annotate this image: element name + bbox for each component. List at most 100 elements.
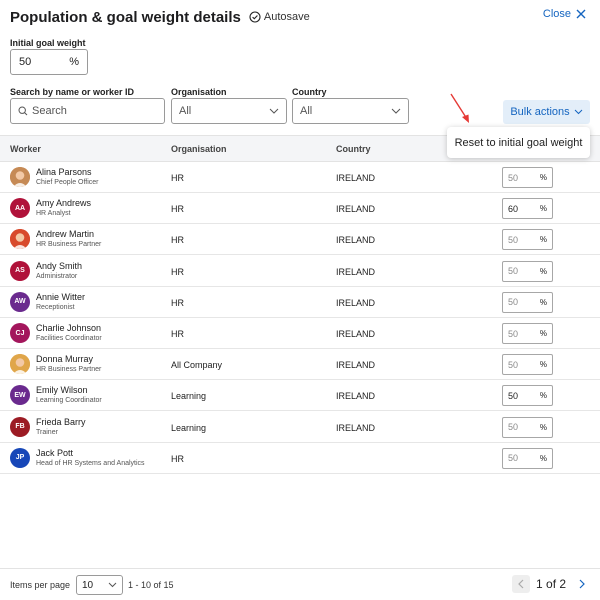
worker-name: Andy Smith <box>36 260 83 271</box>
worker-name: Annie Witter <box>36 291 86 302</box>
organisation-cell: All Company <box>171 360 223 371</box>
organisation-cell: HR <box>171 204 184 215</box>
search-input[interactable]: Search <box>10 98 165 124</box>
goal-weight-value: 50 <box>508 172 519 183</box>
worker-job-title: Receptionist <box>36 303 75 311</box>
initial-goal-weight-label: Initial goal weight <box>10 38 86 48</box>
goal-weight-value: 50 <box>508 234 519 245</box>
organisation-select[interactable]: All <box>171 98 287 124</box>
items-per-page-label: Items per page <box>10 580 71 590</box>
percent-unit: % <box>539 329 547 338</box>
goal-weight-input[interactable]: 50% <box>502 447 553 469</box>
worker-job-title: HR Business Partner <box>36 366 102 374</box>
percent-unit: % <box>539 391 547 401</box>
next-page-button[interactable] <box>575 575 589 593</box>
goal-weight-input[interactable]: 60% <box>502 198 553 220</box>
country-cell: IRELAND <box>336 360 376 371</box>
organisation-cell: Learning <box>171 422 207 433</box>
bulk-actions-button[interactable]: Bulk actions <box>503 100 590 124</box>
current-page: 1 <box>536 577 543 591</box>
search-label: Search by name or worker ID <box>10 87 135 97</box>
goal-weight-input[interactable]: 50% <box>502 167 553 188</box>
worker-job-title: Head of HR Systems and Analytics <box>36 459 145 467</box>
avatar-photo <box>10 167 30 187</box>
organisation-cell: HR <box>171 173 184 183</box>
country-label: Country <box>292 87 327 97</box>
avatar: AA <box>10 198 30 219</box>
table-row: Andrew Martin HR Business Partner HR IRELAN… <box>0 224 600 256</box>
worker-job-title: Chief People Officer <box>36 179 99 186</box>
organisation-cell: HR <box>171 235 184 246</box>
chevron-down-icon <box>574 109 583 115</box>
close-button[interactable]: Close <box>543 8 586 20</box>
percent-unit: % <box>69 56 79 68</box>
reset-initial-weight-menu-item[interactable]: Reset to initial goal weight <box>447 127 590 158</box>
chevron-right-icon <box>579 579 585 589</box>
table-row: JP Jack Pott Head of HR Systems and Analyt… <box>0 443 600 474</box>
initial-goal-weight-input[interactable]: 50 % <box>10 49 88 75</box>
country-cell: IRELAND <box>336 173 376 183</box>
organisation-cell: HR <box>171 297 184 308</box>
close-label: Close <box>542 8 571 20</box>
range-text: 1 - 10 of 15 <box>128 580 174 590</box>
items-per-page-select[interactable]: 10 <box>76 575 123 595</box>
menu-item-label: Reset to initial goal weight <box>454 136 583 149</box>
search-icon <box>18 106 28 116</box>
country-cell: IRELAND <box>336 266 376 277</box>
goal-weight-input[interactable]: 50% <box>502 291 553 313</box>
of-label: of <box>546 577 557 591</box>
goal-weight-value: 50 <box>508 422 519 433</box>
annotation-arrow-icon <box>450 93 469 123</box>
worker-name: Donna Murray <box>36 354 94 365</box>
goal-weight-value: 50 <box>508 266 519 277</box>
country-select[interactable]: All <box>292 98 409 124</box>
percent-unit: % <box>539 266 547 276</box>
goal-weight-input[interactable]: 50% <box>502 416 553 438</box>
previous-page-button[interactable] <box>512 575 530 593</box>
column-organisation: Organisation <box>171 144 227 154</box>
table-row: Alina Parsons Chief People Officer HR IRELA… <box>0 162 600 193</box>
percent-unit: % <box>539 297 547 307</box>
percent-unit: % <box>539 235 547 245</box>
worker-name: Amy Andrews <box>36 198 92 209</box>
table-row: AS Andy Smith Administrator HR IRELAND 50% <box>0 256 600 287</box>
page-title: Population & goal weight details <box>10 8 241 26</box>
total-pages: 2 <box>559 577 567 591</box>
worker-job-title: HR Analyst <box>36 210 71 218</box>
goal-weight-panel: Population & goal weight details Autosav… <box>0 0 600 600</box>
percent-unit: % <box>539 422 547 432</box>
goal-weight-input[interactable]: 50% <box>502 260 553 282</box>
organisation-value: All <box>179 105 192 117</box>
goal-weight-value: 50 <box>508 453 519 464</box>
goal-weight-input[interactable]: 50% <box>502 323 553 344</box>
items-per-page-value: 10 <box>82 579 94 591</box>
worker-name: Emily Wilson <box>36 385 88 396</box>
table-row: AA Amy Andrews HR Analyst HR IRELAND 60% <box>0 193 600 225</box>
chevron-left-icon <box>518 579 524 589</box>
organisation-label: Organisation <box>171 87 227 97</box>
worker-job-title: Trainer <box>36 428 58 436</box>
panel-header: Population & goal weight details Autosav… <box>10 6 586 28</box>
worker-job-title: HR Business Partner <box>36 241 102 249</box>
goal-weight-input[interactable]: 50% <box>502 229 553 251</box>
table-row: Donna Murray HR Business Partner All Compa… <box>0 349 600 381</box>
goal-weight-value: 50 <box>508 359 519 370</box>
chevron-down-icon <box>108 582 117 588</box>
organisation-cell: Learning <box>171 391 207 402</box>
table-row: CJ Charlie Johnson Facilities Coordinator H… <box>0 318 600 349</box>
goal-weight-value: 50 <box>508 297 519 308</box>
goal-weight-input[interactable]: 50% <box>502 354 553 376</box>
chevron-down-icon <box>269 108 279 114</box>
percent-unit: % <box>539 453 547 463</box>
country-cell: IRELAND <box>336 329 376 339</box>
search-placeholder: Search <box>32 105 67 117</box>
country-value: All <box>300 105 313 117</box>
column-worker: Worker <box>10 144 41 154</box>
avatar-photo <box>10 229 30 250</box>
worker-name: Frieda Barry <box>36 416 86 427</box>
goal-weight-input[interactable]: 50% <box>502 385 553 407</box>
organisation-cell: HR <box>171 453 184 464</box>
autosave-label: Autosave <box>263 11 310 23</box>
chevron-down-icon <box>391 108 401 114</box>
bulk-actions-label: Bulk actions <box>510 106 570 118</box>
